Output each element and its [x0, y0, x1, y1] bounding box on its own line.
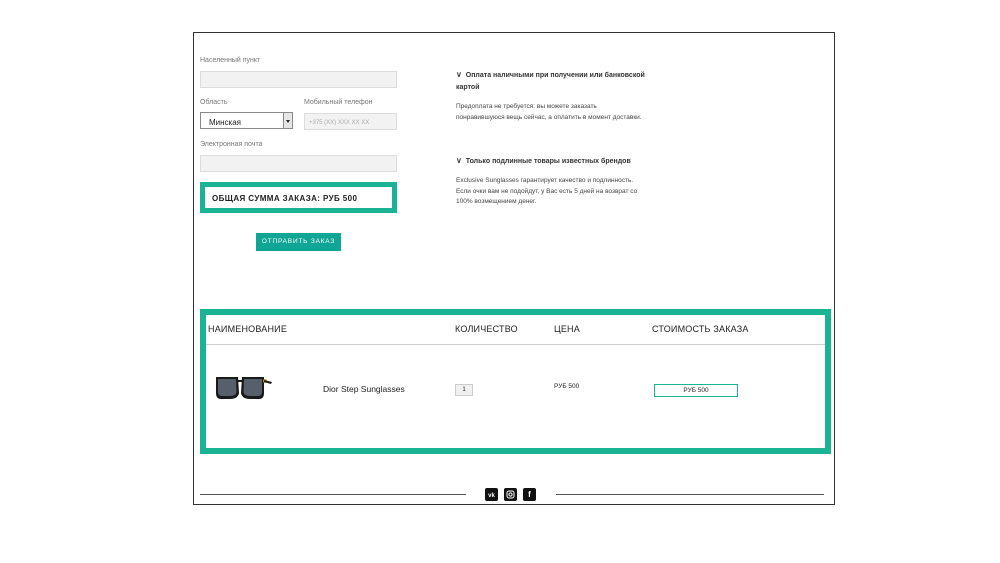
product-name[interactable]: Dior Step Sunglasses	[323, 384, 405, 394]
sunglasses-product-image[interactable]	[214, 373, 272, 401]
region-select-value: Минская	[209, 118, 242, 127]
info-authentic-title: Только подлинные товары известных брендо…	[465, 158, 631, 165]
chevron-down-icon: ∨	[456, 70, 462, 79]
product-price: РУБ 500	[554, 383, 580, 390]
col-header-quantity: КОЛИЧЕСТВО	[455, 324, 518, 334]
phone-placeholder: +375 (XX) XXX XX XX	[309, 120, 370, 126]
info-payment-text: Предоплата не требуется: вы можете заказ…	[456, 103, 642, 121]
quantity-input[interactable]: 1	[455, 384, 473, 396]
col-header-price: ЦЕНА	[554, 324, 580, 334]
table-row: Dior Step Sunglasses 1 РУБ 500 РУБ 500	[206, 345, 825, 445]
facebook-icon-glyph: f	[528, 490, 531, 499]
phone-input[interactable]: +375 (XX) XXX XX XX	[304, 113, 397, 130]
order-table: НАИМЕНОВАНИЕ КОЛИЧЕСТВО ЦЕНА СТОИМОСТЬ З…	[200, 309, 831, 454]
chevron-down-icon: ∨	[456, 156, 462, 165]
col-header-name: НАИМЕНОВАНИЕ	[208, 324, 288, 334]
chevron-down-icon[interactable]	[283, 113, 292, 128]
footer-divider-right	[556, 494, 824, 495]
order-total-box: ОБЩАЯ СУММА ЗАКАЗА: РУБ 500	[200, 182, 397, 213]
instagram-glyph	[506, 490, 515, 499]
submit-order-button[interactable]: ОТПРАВИТЬ ЗАКАЗ	[256, 233, 341, 251]
product-cost: РУБ 500	[654, 384, 738, 397]
footer-divider-left	[200, 494, 466, 495]
instagram-icon[interactable]	[504, 488, 517, 501]
checkout-page: Населенный пункт Область Минская Мобильн…	[193, 32, 835, 505]
info-authentic: ∨ Только подлинные товары известных брен…	[456, 155, 646, 208]
email-label: Электронная почта	[200, 141, 263, 148]
region-label: Область	[200, 99, 228, 106]
info-authentic-header[interactable]: ∨ Только подлинные товары известных брен…	[456, 155, 646, 168]
order-total: ОБЩАЯ СУММА ЗАКАЗА: РУБ 500	[212, 194, 358, 203]
email-input[interactable]	[200, 155, 397, 172]
vk-icon-glyph: vk	[488, 493, 495, 499]
info-authentic-text: Exclusive Sunglasses гарантирует качеств…	[456, 177, 638, 205]
info-payment-title: Оплата наличными при получении или банко…	[456, 72, 645, 91]
info-payment-header[interactable]: ∨ Оплата наличными при получении или бан…	[456, 69, 646, 94]
vk-icon[interactable]: vk	[485, 488, 498, 501]
info-payment: ∨ Оплата наличными при получении или бан…	[456, 69, 646, 123]
facebook-icon[interactable]: f	[523, 488, 536, 501]
city-input[interactable]	[200, 71, 397, 88]
col-header-cost: СТОИМОСТЬ ЗАКАЗА	[652, 324, 749, 334]
region-select[interactable]: Минская	[200, 112, 293, 129]
phone-label: Мобильный телефон	[304, 99, 373, 106]
city-label: Населенный пункт	[200, 57, 261, 64]
